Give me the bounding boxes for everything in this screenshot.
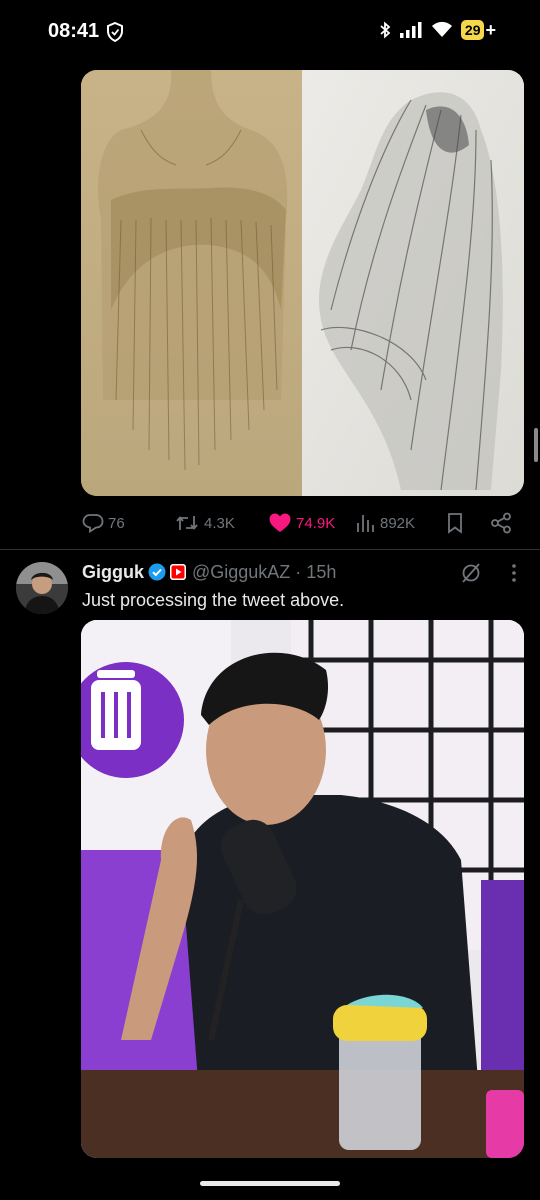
tweet-action-bar: 76 4.3K 74.9K 892K bbox=[82, 508, 522, 538]
battery-charging-plus: + bbox=[485, 20, 496, 40]
views-bar-chart-icon bbox=[357, 515, 374, 532]
bluetooth-icon bbox=[380, 21, 391, 39]
avatar-image bbox=[16, 562, 68, 614]
handle-and-time: @GiggukAZ · 15h bbox=[192, 561, 337, 582]
views-button[interactable]: 892K bbox=[356, 508, 415, 538]
bookmark-button[interactable] bbox=[446, 508, 464, 538]
streamer-photo-image bbox=[81, 620, 524, 1158]
signal-icon bbox=[399, 22, 422, 38]
bookmark-icon bbox=[448, 513, 462, 534]
like-count: 74.9K bbox=[296, 514, 336, 532]
repost-icon bbox=[176, 516, 198, 530]
verified-badge-icon bbox=[148, 563, 166, 581]
reply-icon bbox=[82, 514, 104, 534]
wifi-icon bbox=[431, 21, 452, 37]
avatar[interactable] bbox=[16, 562, 68, 614]
youtube-badge-icon bbox=[170, 564, 186, 580]
tweet-text: Just processing the tweet above. bbox=[82, 590, 345, 610]
share-button[interactable] bbox=[490, 508, 512, 538]
status-icons: 29 + bbox=[379, 20, 496, 40]
views-count: 892K bbox=[380, 514, 416, 532]
status-time: 08:41 bbox=[48, 20, 100, 42]
share-icon bbox=[491, 512, 511, 534]
reply-count: 76 bbox=[108, 514, 125, 532]
tweet-media-image[interactable] bbox=[81, 70, 524, 496]
home-indicator[interactable] bbox=[200, 1181, 340, 1186]
drapery-sketch-image bbox=[81, 70, 524, 496]
more-icon[interactable] bbox=[506, 562, 522, 584]
display-name[interactable]: Gigguk bbox=[82, 562, 144, 583]
battery-icon: 29 + bbox=[460, 20, 496, 40]
tweet-header: Gigguk @GiggukAZ · 15h bbox=[82, 560, 336, 584]
tweet-media-image[interactable] bbox=[81, 620, 524, 1158]
like-button[interactable]: 74.9K bbox=[268, 508, 335, 538]
status-bar: 08:41 29 + bbox=[0, 0, 540, 66]
tweet-divider bbox=[0, 549, 540, 550]
shield-icon bbox=[107, 22, 123, 42]
repost-count: 4.3K bbox=[204, 514, 235, 532]
heart-filled-icon bbox=[269, 513, 291, 532]
repost-button[interactable]: 4.3K bbox=[174, 508, 235, 538]
grok-icon[interactable] bbox=[459, 561, 483, 585]
reply-button[interactable]: 76 bbox=[82, 508, 125, 538]
scrollbar-thumb[interactable] bbox=[534, 428, 538, 462]
battery-level: 29 bbox=[460, 20, 485, 40]
